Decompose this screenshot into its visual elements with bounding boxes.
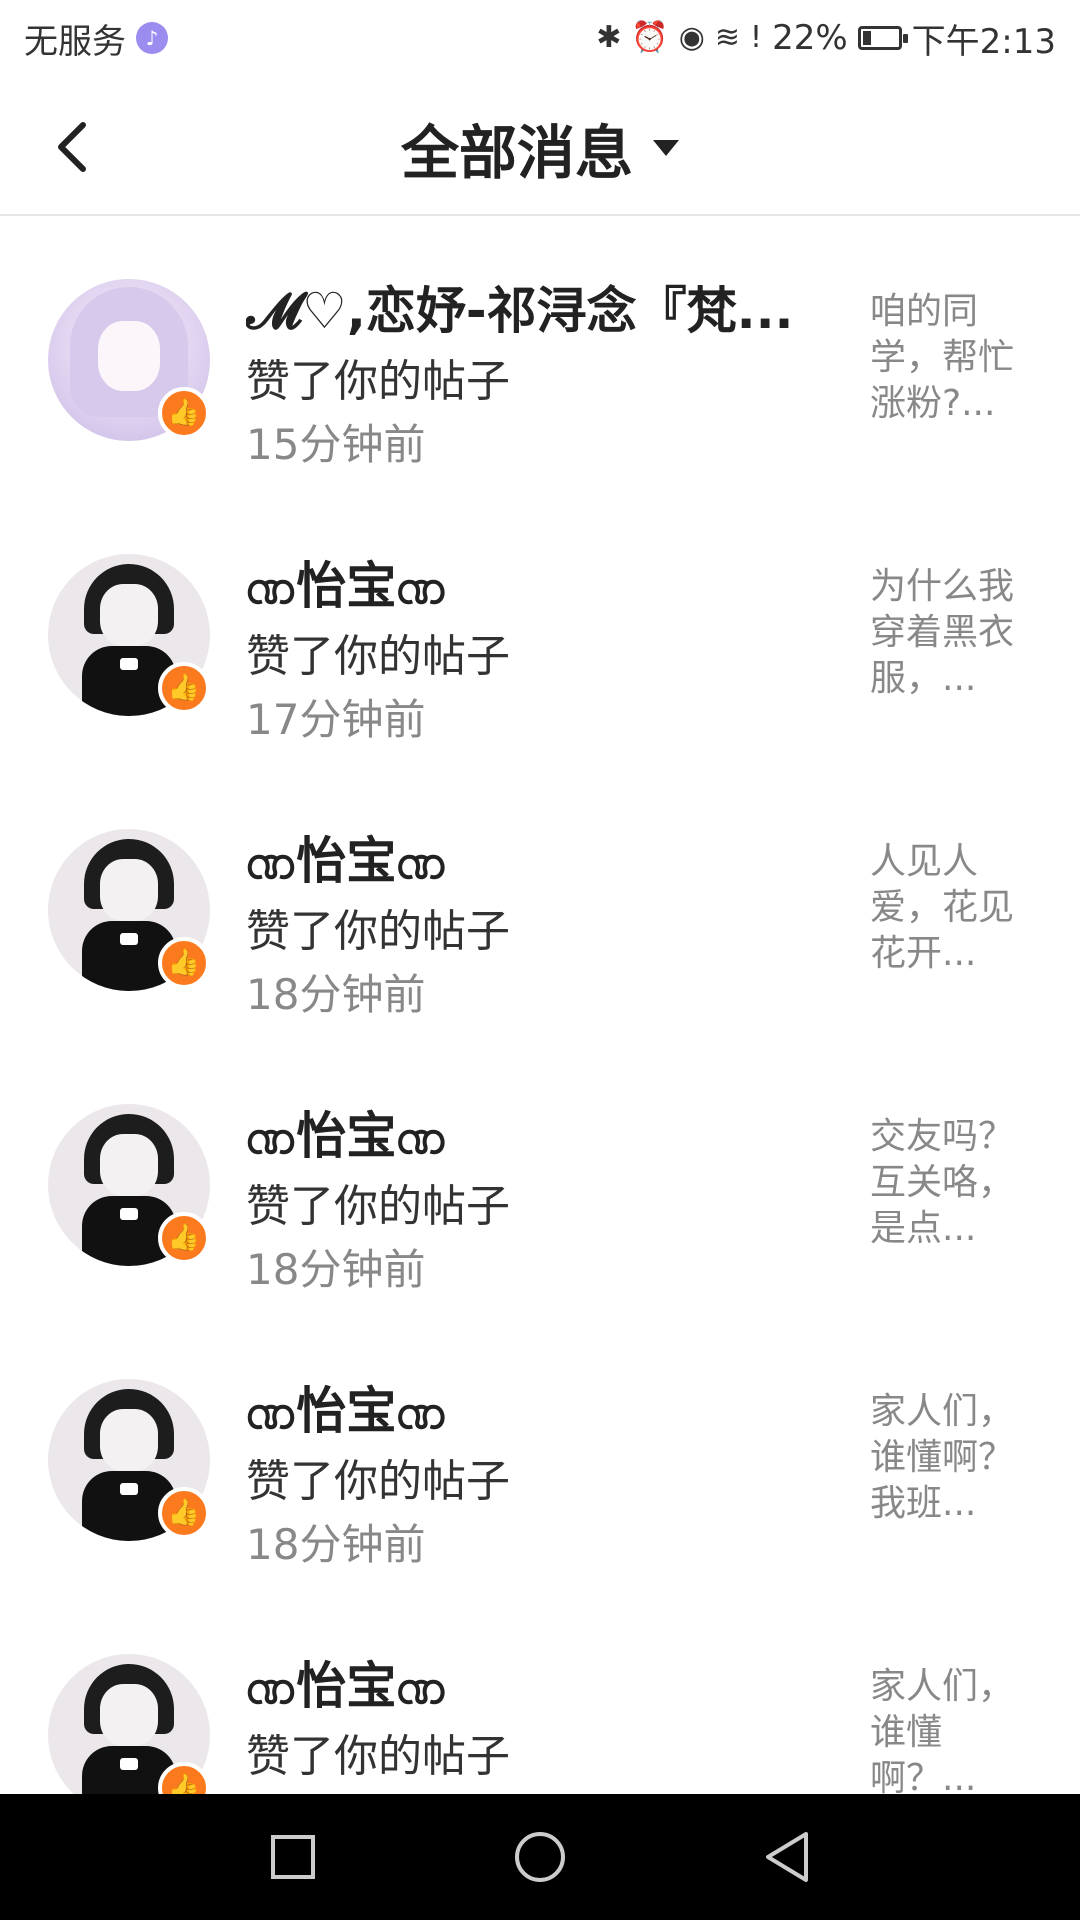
system-nav-bar <box>0 1794 1080 1920</box>
message-row[interactable]: 👍 𝓜♡,恋妤-祁浔念『梵... 赞了你的帖子 15分钟前 咱的同学，帮忙涨粉?... <box>0 214 1080 482</box>
recent-apps-button[interactable] <box>253 1817 333 1897</box>
clock-text: 下午2:13 <box>911 21 1056 62</box>
square-icon <box>271 1835 316 1879</box>
thumbs-up-icon: 👍 <box>158 387 210 439</box>
message-row[interactable]: 👍 ဏ怡宝ဏ 赞了你的帖子 18分钟前 家人们，谁懂啊？我班... <box>0 1307 1080 1582</box>
sender-name: 𝓜♡,恋妤-祁浔念『梵... <box>246 282 794 340</box>
timestamp: 18分钟前 <box>246 1786 425 1794</box>
timestamp: 15分钟前 <box>246 420 426 469</box>
alarm-icon: ⏰ <box>631 20 669 55</box>
status-bar: 无服务 ♪ ✱ ⏰ ◉ ≋ ! 22% 下午2:13 <box>0 0 1080 76</box>
post-preview: 家人们，谁懂啊？... <box>870 1666 1015 1794</box>
battery-percent: 22% <box>772 18 848 58</box>
timestamp: 18分钟前 <box>246 1245 426 1294</box>
status-left: 无服务 ♪ <box>24 14 168 63</box>
home-button[interactable] <box>500 1817 580 1897</box>
circle-icon <box>514 1832 565 1882</box>
thumbs-up-icon: 👍 <box>158 1487 210 1539</box>
action-text: 赞了你的帖子 <box>246 631 510 682</box>
sender-name: ဏ怡宝ဏ <box>246 1382 447 1440</box>
thumbs-up-icon: 👍 <box>158 662 210 714</box>
action-text: 赞了你的帖子 <box>246 906 510 957</box>
caret-down-icon <box>653 140 679 156</box>
action-text: 赞了你的帖子 <box>246 356 510 407</box>
app-header: 全部消息 <box>0 76 1080 216</box>
post-preview: 交友吗？互关咯，是点... <box>870 1116 1015 1249</box>
post-preview: 为什么我穿着黑衣服，... <box>870 566 1015 699</box>
wifi-icon: ≋ <box>714 20 741 55</box>
battery-icon <box>857 26 908 50</box>
message-list[interactable]: 👍4分钟前服务...👍𝓜♡,恋妤-祁浔念『梵...赞了你的帖子15分钟前咱的同学… <box>0 214 1080 1794</box>
message-row[interactable]: 👍 ဏ怡宝ဏ 赞了你的帖子 18分钟前 交友吗？互关咯，是点... <box>0 1032 1080 1307</box>
timestamp: 18分钟前 <box>246 1520 426 1569</box>
message-row[interactable]: 👍 ဏ怡宝ဏ 赞了你的帖子 18分钟前 人见人爱，花见花开... <box>0 757 1080 1032</box>
alert-icon: ! <box>750 20 763 55</box>
sender-name: ဏ怡宝ဏ <box>246 832 447 890</box>
sender-name: ဏ怡宝ဏ <box>246 1107 447 1165</box>
sender-name: ဏ怡宝ဏ <box>246 557 447 615</box>
message-row[interactable]: 👍ဏ怡宝ဏ赞了你的帖子18分钟前家人们，谁懂啊？... <box>0 1582 1080 1794</box>
page-title[interactable]: 全部消息 <box>0 106 1080 190</box>
thumbs-up-icon: 👍 <box>158 937 210 989</box>
triangle-back-icon <box>765 1832 808 1882</box>
status-right: ✱ ⏰ ◉ ≋ ! 22% 下午2:13 <box>596 14 1056 63</box>
post-preview: 咱的同学，帮忙涨粉?... <box>870 291 1015 424</box>
carrier-text: 无服务 <box>24 21 126 62</box>
timestamp: 17分钟前 <box>246 695 426 744</box>
bluetooth-icon: ✱ <box>596 20 622 55</box>
post-preview: 家人们，谁懂啊？我班... <box>870 1391 1015 1524</box>
action-text: 赞了你的帖子 <box>246 1181 510 1232</box>
back-nav-button[interactable] <box>747 1817 827 1897</box>
page-title-text: 全部消息 <box>400 119 633 187</box>
action-text: 赞了你的帖子 <box>246 1731 510 1782</box>
thumbs-up-icon: 👍 <box>158 1212 210 1264</box>
timestamp: 18分钟前 <box>246 970 426 1019</box>
music-icon: ♪ <box>136 22 168 54</box>
eye-icon: ◉ <box>678 20 705 55</box>
message-row[interactable]: 👍 ဏ怡宝ဏ 赞了你的帖子 17分钟前 为什么我穿着黑衣服，... <box>0 482 1080 757</box>
sender-name: ဏ怡宝ဏ <box>246 1657 447 1715</box>
action-text: 赞了你的帖子 <box>246 1456 510 1507</box>
post-preview: 人见人爱，花见花开... <box>870 841 1015 974</box>
